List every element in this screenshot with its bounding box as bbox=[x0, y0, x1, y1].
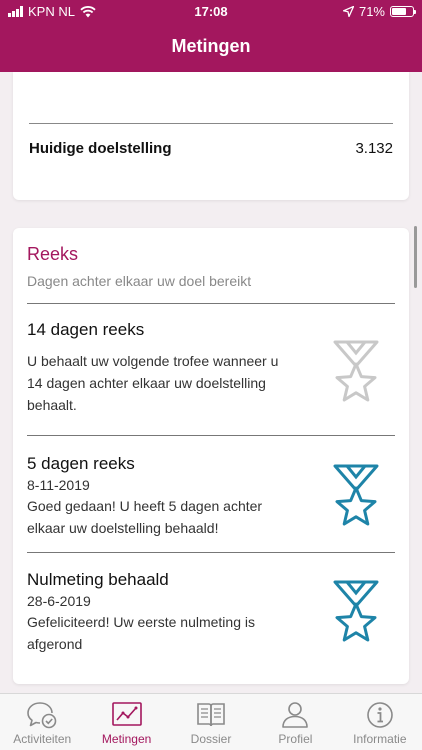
tab-dossier[interactable]: Dossier bbox=[169, 694, 253, 750]
trophy-locked-icon bbox=[333, 340, 379, 402]
item-date: 8-11-2019 bbox=[27, 477, 90, 493]
battery-percent: 71% bbox=[358, 4, 385, 19]
tab-label: Informatie bbox=[353, 732, 407, 746]
chart-icon bbox=[111, 702, 142, 726]
goal-label: Huidige doelstelling bbox=[29, 140, 172, 157]
section-title: Reeks bbox=[27, 244, 79, 264]
goal-value: 3.132 bbox=[355, 140, 393, 157]
app-header: KPN NL 17:08 71% Metingen bbox=[0, 0, 422, 72]
tab-profiel[interactable]: Profiel bbox=[253, 694, 337, 750]
list-item: Nulmeting behaald 28-6-2019 Gefeliciteer… bbox=[27, 570, 327, 655]
list-item: 14 dagen reeks U behaalt uw volgende tro… bbox=[27, 320, 327, 416]
battery-icon bbox=[390, 6, 416, 17]
item-text-line: U behaalt uw volgende trofee wanneer u bbox=[27, 353, 279, 369]
tab-activiteiten[interactable]: Activiteiten bbox=[0, 694, 84, 750]
person-icon bbox=[282, 702, 309, 728]
item-title: 14 dagen reeks bbox=[27, 320, 145, 339]
divider bbox=[27, 552, 395, 553]
item-text-line: behaalt. bbox=[27, 397, 77, 413]
item-text-line: 14 dagen achter elkaar uw doelstelling bbox=[27, 375, 266, 391]
list-item: 5 dagen reeks 8-11-2019 Goed gedaan! U h… bbox=[27, 454, 327, 539]
item-text-line: Gefeliciteerd! Uw eerste nulmeting is bbox=[27, 614, 255, 630]
tab-bar: Activiteiten Metingen Dossier Profiel In… bbox=[0, 693, 422, 750]
item-text-line: elkaar uw doelstelling behaald! bbox=[27, 520, 219, 536]
divider bbox=[27, 303, 395, 304]
book-icon bbox=[197, 703, 225, 727]
goal-card: Huidige doelstelling 3.132 bbox=[13, 72, 409, 200]
tab-label: Profiel bbox=[278, 732, 313, 746]
divider bbox=[29, 123, 393, 124]
location-arrow-icon bbox=[342, 6, 354, 17]
trophy-achieved-icon bbox=[333, 580, 379, 642]
item-text-line: Goed gedaan! U heeft 5 dagen achter bbox=[27, 498, 263, 514]
info-icon bbox=[367, 702, 393, 728]
item-date: 28-6-2019 bbox=[27, 593, 91, 609]
page-title: Metingen bbox=[171, 36, 251, 56]
item-title: Nulmeting behaald bbox=[27, 570, 169, 589]
tab-label: Metingen bbox=[101, 732, 152, 746]
tab-metingen[interactable]: Metingen bbox=[84, 694, 168, 750]
trophy-achieved-icon bbox=[333, 464, 379, 526]
tab-label: Activiteiten bbox=[13, 732, 72, 746]
status-bar: KPN NL 17:08 71% bbox=[0, 0, 422, 24]
item-title: 5 dagen reeks bbox=[27, 454, 135, 473]
chat-check-icon bbox=[27, 702, 57, 729]
tab-label: Dossier bbox=[190, 732, 232, 746]
scrollbar[interactable] bbox=[414, 226, 417, 288]
tab-informatie[interactable]: Informatie bbox=[338, 694, 422, 750]
section-subtitle: Dagen achter elkaar uw doel bereikt bbox=[27, 273, 252, 289]
item-text-line: afgerond bbox=[27, 636, 83, 652]
streak-card: Reeks Dagen achter elkaar uw doel bereik… bbox=[13, 228, 409, 684]
divider bbox=[27, 435, 395, 436]
